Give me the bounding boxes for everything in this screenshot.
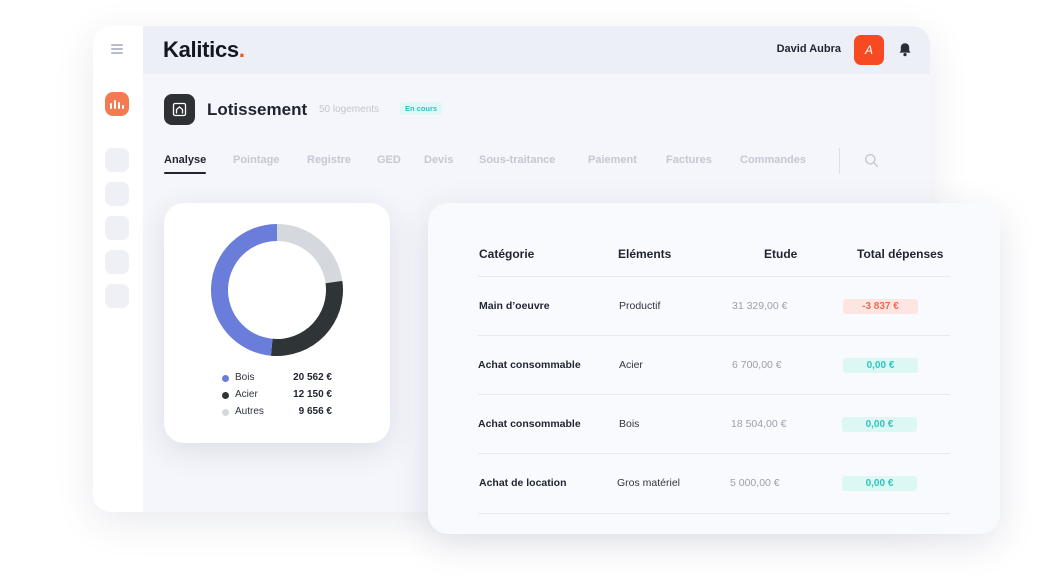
user-name[interactable]: David Aubra: [777, 43, 841, 55]
cell-elements: Acier: [619, 359, 643, 371]
sidebar-item-placeholder[interactable]: [105, 182, 129, 206]
column-header-total[interactable]: Total dépenses: [857, 247, 943, 261]
legend-value: 9 656 €: [298, 406, 332, 417]
cell-elements: Bois: [619, 418, 640, 430]
total-badge: 0,00 €: [843, 358, 918, 373]
tab-pointage[interactable]: Pointage: [233, 154, 279, 166]
legend-label: Bois: [235, 372, 255, 383]
top-bar: Kalitics. David Aubra A: [143, 26, 930, 74]
total-badge: -3 837 €: [843, 299, 918, 314]
legend-label: Acier: [235, 389, 258, 400]
legend-item: Bois 20 562 €: [222, 371, 342, 388]
bell-icon[interactable]: [898, 42, 912, 57]
bar-chart-icon[interactable]: [105, 92, 129, 116]
total-badge: 0,00 €: [842, 476, 917, 491]
donut-chart-card: Bois 20 562 € Acier 12 150 € Autres 9 65…: [164, 203, 390, 443]
donut-slice-acier: [270, 280, 343, 356]
tab-ged[interactable]: GED: [377, 154, 401, 166]
hamburger-icon[interactable]: [111, 44, 123, 54]
cell-etude: 18 504,00 €: [731, 418, 787, 430]
tab-commandes[interactable]: Commandes: [740, 154, 806, 166]
legend-value: 20 562 €: [293, 372, 332, 383]
tab-analyse[interactable]: Analyse: [164, 154, 207, 174]
sidebar-item-placeholder[interactable]: [105, 284, 129, 308]
cell-categorie: Main d’oeuvre: [479, 300, 550, 312]
chart-legend: Bois 20 562 € Acier 12 150 € Autres 9 65…: [222, 371, 342, 422]
legend-label: Autres: [235, 406, 264, 417]
table-divider: [478, 276, 950, 277]
sidebar-item-placeholder[interactable]: [105, 216, 129, 240]
donut-slice-bois: [210, 224, 277, 356]
tab-registre[interactable]: Registre: [307, 154, 351, 166]
legend-swatch: [222, 392, 229, 399]
total-badge: 0,00 €: [842, 417, 917, 432]
tab-sous-traitance[interactable]: Sous-traitance: [479, 154, 555, 166]
column-header-elements[interactable]: Eléments: [618, 247, 671, 261]
legend-swatch: [222, 409, 229, 416]
project-count: 50 logements: [319, 104, 380, 115]
table-divider: [478, 453, 950, 454]
expenses-table-card: Catégorie Eléments Etude Total dépenses …: [428, 203, 1000, 534]
legend-item: Autres 9 656 €: [222, 405, 342, 422]
cell-etude: 6 700,00 €: [732, 359, 782, 371]
table-divider: [478, 513, 950, 514]
tab-devis[interactable]: Devis: [424, 154, 453, 166]
column-header-categorie[interactable]: Catégorie: [479, 247, 534, 261]
avatar[interactable]: A: [854, 35, 884, 65]
table-divider: [478, 394, 950, 395]
cell-categorie: Achat consommable: [478, 418, 581, 430]
sidebar-item-placeholder[interactable]: [105, 250, 129, 274]
app-logo[interactable]: Kalitics.: [163, 37, 245, 63]
tab-factures[interactable]: Factures: [666, 154, 712, 166]
page-title: Lotissement: [207, 100, 308, 119]
donut-slice-autres: [277, 224, 343, 284]
cell-etude: 5 000,00 €: [730, 477, 780, 489]
status-badge: En cours: [400, 102, 443, 115]
sidebar: [93, 26, 143, 512]
legend-item: Acier 12 150 €: [222, 388, 342, 405]
tab-paiement[interactable]: Paiement: [588, 154, 637, 166]
search-icon[interactable]: [864, 153, 879, 168]
cell-etude: 31 329,00 €: [732, 300, 788, 312]
house-plan-icon: [164, 94, 195, 125]
column-header-etude[interactable]: Etude: [764, 247, 797, 261]
cell-categorie: Achat consommable: [478, 359, 581, 371]
donut-chart: [210, 224, 343, 356]
cell-elements: Productif: [619, 300, 661, 312]
cell-elements: Gros matériel: [617, 477, 681, 489]
table-divider: [478, 335, 950, 336]
legend-swatch: [222, 375, 229, 382]
cell-categorie: Achat de location: [479, 477, 567, 489]
legend-value: 12 150 €: [293, 389, 332, 400]
sidebar-item-placeholder[interactable]: [105, 148, 129, 172]
tab-divider: [839, 148, 840, 174]
